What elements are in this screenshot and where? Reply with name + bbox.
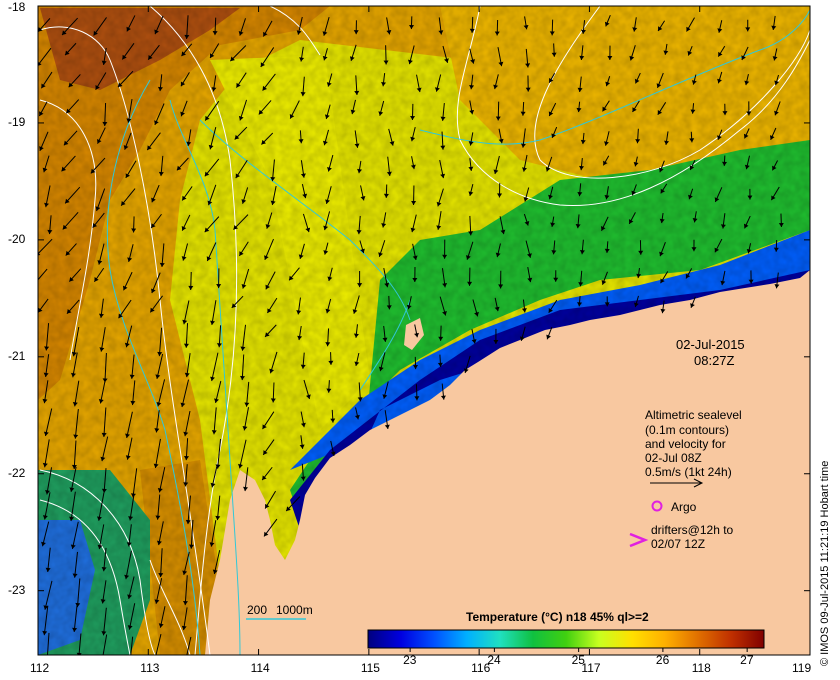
colorbar-tick-label: 25 [571,653,585,667]
legend-line-5: 0.5m/s (1kt 24h) [645,465,732,479]
copyright-label: © IMOS 09-Jul-2015 11:21:19 Hobart time [819,460,831,666]
x-tick-label: 114 [250,661,270,675]
legend-line-2: (0.1m contours) [645,423,730,437]
y-tick-label: -21 [8,348,26,363]
argo-label: Argo [671,500,697,514]
plot-area [38,6,810,663]
y-tick-label: -22 [8,465,26,480]
y-tick-label: -18 [8,0,26,14]
colorbar-tick-label: 27 [740,653,754,667]
isobath-200-label: 200 [247,603,268,617]
colorbar-title: Temperature (°C) n18 45% ql>=2 [466,610,649,624]
velocity-arrowhead [45,654,46,655]
x-tick-label: 112 [30,661,50,675]
legend-line-1: Altimetric sealevel [645,408,742,422]
velocity-arrowhead [184,658,189,662]
isobath-1000-label: 1000m [276,603,313,617]
date-label: 02-Jul-2015 [676,337,745,352]
colorbar-tick-label: 26 [655,653,670,667]
legend-line-3: and velocity for [645,437,726,451]
legend-line-4: 02-Jul 08Z [645,451,702,465]
colorbar [367,629,765,649]
drifters-label-2: 02/07 12Z [651,537,706,551]
x-tick-label: 118 [691,661,711,675]
velocity-arrowhead [100,659,105,663]
x-tick-label: 113 [140,661,160,675]
x-tick-label: 115 [360,661,380,675]
velocity-arrowhead [128,657,133,661]
x-tick-label: 119 [792,661,812,675]
drifters-label-1: drifters@12h to [651,523,734,537]
y-tick-label: -19 [8,114,26,129]
colorbar-tick-label: 23 [403,653,417,667]
y-tick-label: -20 [8,231,26,246]
time-label: 08:27Z [694,353,735,368]
colorbar-tick-label: 24 [487,653,501,667]
y-tick-label: -23 [8,582,26,597]
